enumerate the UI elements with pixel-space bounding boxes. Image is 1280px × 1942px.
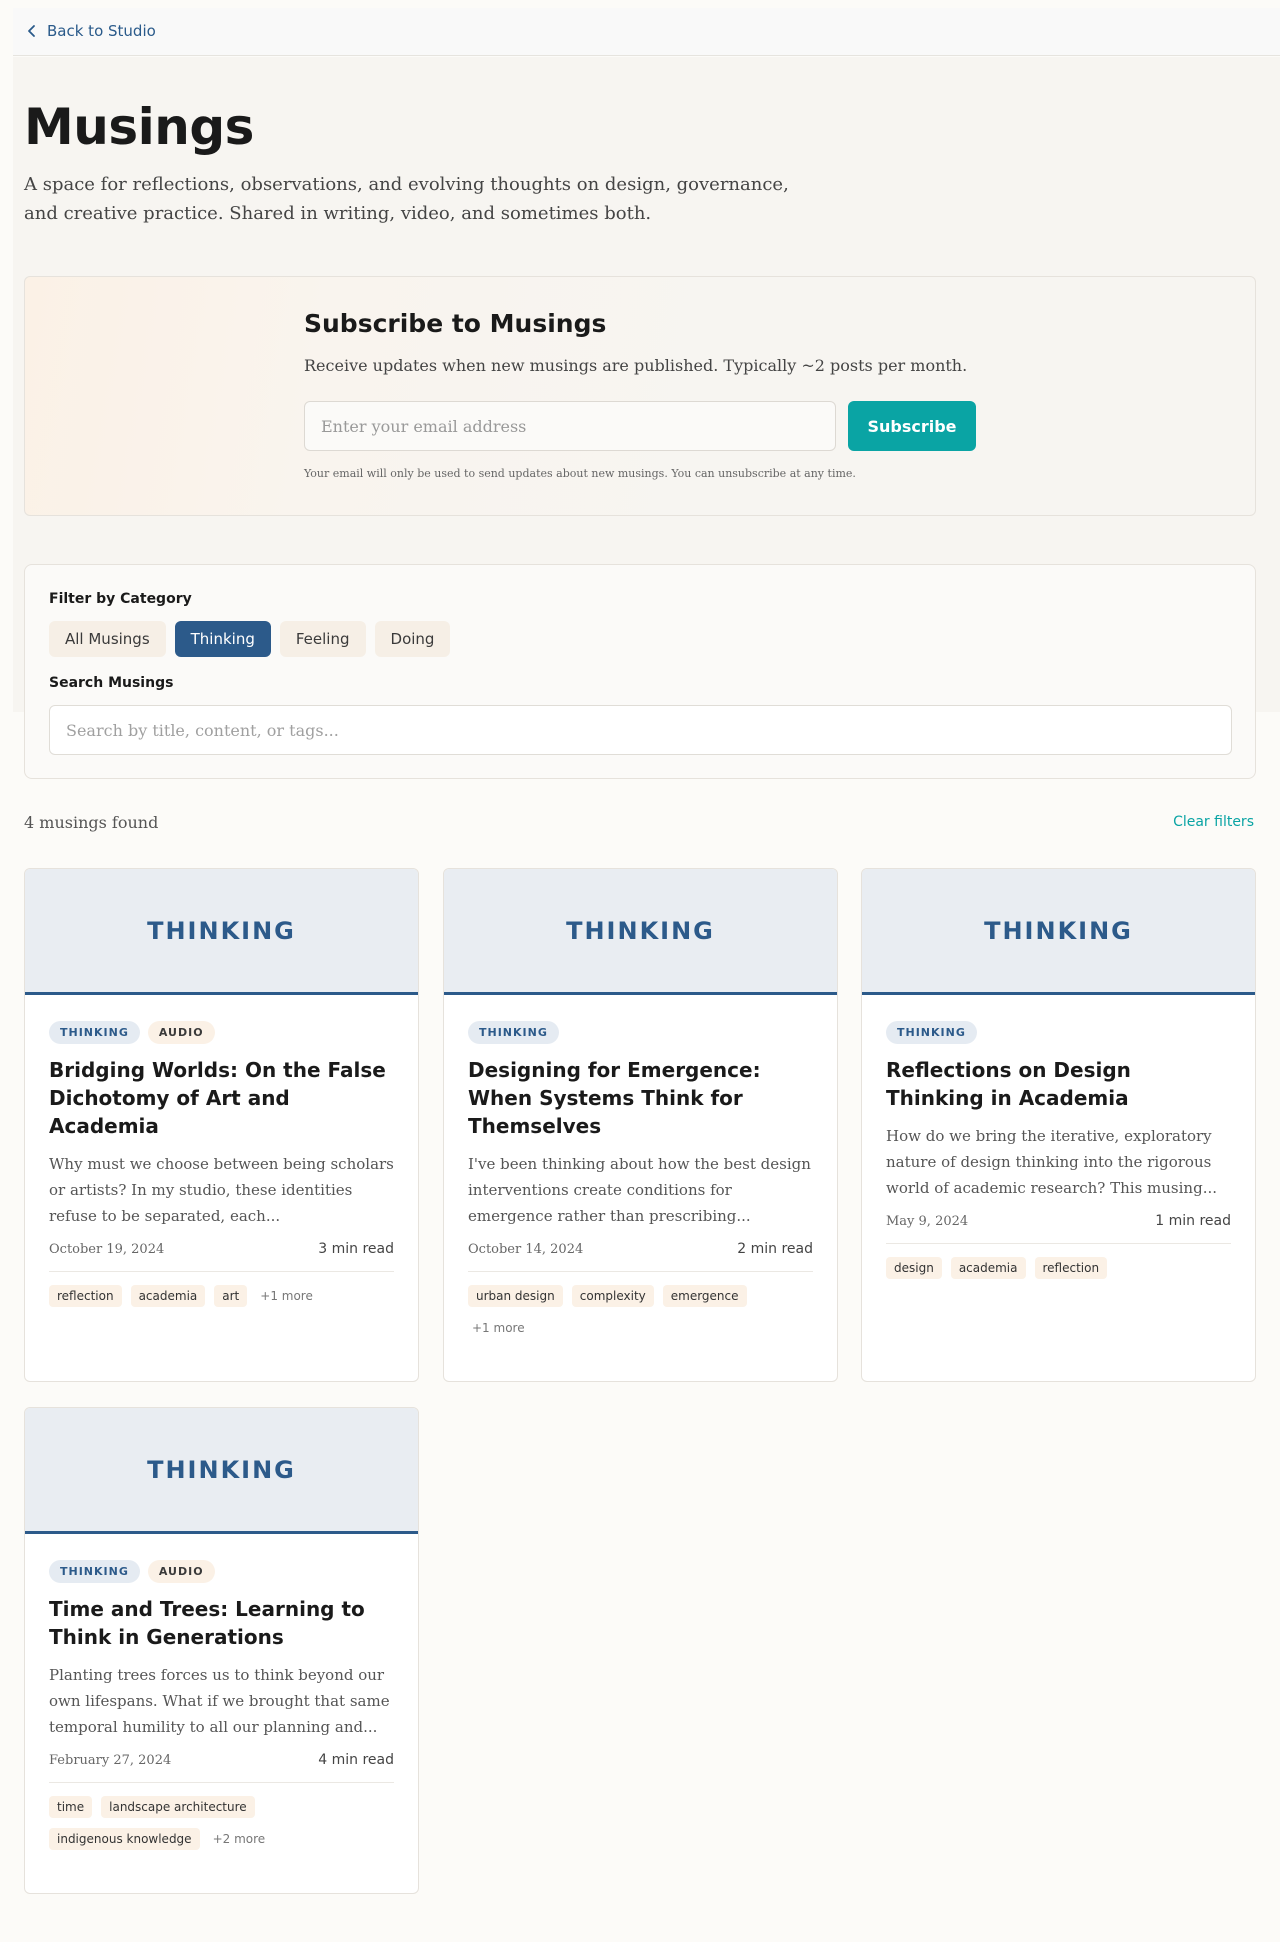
- category-feeling-button[interactable]: Feeling: [279, 621, 366, 657]
- musing-card[interactable]: THINKING THINKING AUDIO Time and Trees: …: [24, 1407, 419, 1894]
- category-doing-button[interactable]: Doing: [374, 621, 451, 657]
- category-thinking-button[interactable]: Thinking: [174, 621, 271, 657]
- musing-card[interactable]: THINKING THINKING AUDIO Bridging Worlds:…: [24, 868, 419, 1382]
- category-filter-label: Filter by Category: [49, 591, 192, 607]
- tag[interactable]: reflection: [49, 1285, 122, 1307]
- card-title[interactable]: Designing for Emergence: When Systems Th…: [468, 1056, 813, 1140]
- card-excerpt: I've been thinking about how the best de…: [468, 1155, 811, 1225]
- tag[interactable]: emergence: [662, 1285, 747, 1307]
- tag[interactable]: design: [886, 1257, 942, 1279]
- tag[interactable]: art: [214, 1285, 248, 1307]
- card-date: May 9, 2024: [886, 1213, 969, 1229]
- more-tags: +2 more: [212, 1832, 266, 1846]
- musing-card[interactable]: THINKING THINKING Reflections on Design …: [861, 868, 1256, 1382]
- tag[interactable]: urban design: [468, 1285, 563, 1307]
- subscribe-title: Subscribe to Musings: [304, 309, 607, 338]
- card-excerpt: Why must we choose between being scholar…: [49, 1155, 394, 1225]
- card-title[interactable]: Bridging Worlds: On the False Dichotomy …: [49, 1056, 394, 1140]
- card-read-time: 4 min read: [318, 1752, 394, 1768]
- type-badge: AUDIO: [147, 1560, 215, 1583]
- card-banner: THINKING: [444, 869, 837, 995]
- tag-list: reflection academia art +1 more: [49, 1285, 394, 1327]
- page-description: A space for reflections, observations, a…: [24, 174, 789, 224]
- card-banner: THINKING: [25, 1408, 418, 1534]
- card-banner-label: THINKING: [984, 916, 1133, 945]
- card-title[interactable]: Time and Trees: Learning to Think in Gen…: [49, 1595, 394, 1651]
- card-banner-label: THINKING: [566, 916, 715, 945]
- tag[interactable]: complexity: [571, 1285, 654, 1307]
- subscribe-card: Subscribe to Musings Receive updates whe…: [24, 276, 1256, 516]
- search-label: Search Musings: [49, 675, 174, 691]
- results-count: 4 musings found: [24, 813, 159, 832]
- subscribe-note: Your email will only be used to send upd…: [304, 467, 856, 480]
- more-tags: +1 more: [472, 1321, 525, 1335]
- card-excerpt: How do we bring the iterative, explorato…: [886, 1127, 1217, 1197]
- card-title[interactable]: Reflections on Design Thinking in Academ…: [886, 1056, 1231, 1112]
- more-tags: +1 more: [260, 1289, 313, 1303]
- tag[interactable]: reflection: [1034, 1257, 1108, 1279]
- category-badge: THINKING: [468, 1021, 559, 1044]
- card-read-time: 2 min read: [737, 1241, 813, 1257]
- category-filter-group: All Musings Thinking Feeling Doing: [49, 621, 451, 657]
- card-excerpt: Planting trees forces us to think beyond…: [49, 1666, 390, 1736]
- tag[interactable]: academia: [950, 1257, 1026, 1279]
- card-banner: THINKING: [25, 869, 418, 995]
- card-banner: THINKING: [862, 869, 1255, 995]
- card-banner-label: THINKING: [147, 1455, 296, 1484]
- card-date: February 27, 2024: [49, 1752, 172, 1768]
- tag[interactable]: academia: [130, 1285, 206, 1307]
- subscribe-description: Receive updates when new musings are pub…: [304, 356, 968, 375]
- card-read-time: 1 min read: [1155, 1213, 1231, 1229]
- tag-list: urban design complexity emergence +1 mor…: [468, 1285, 813, 1359]
- subscribe-button[interactable]: Subscribe: [848, 401, 976, 451]
- filter-panel: Filter by Category All Musings Thinking …: [24, 564, 1256, 779]
- musing-card[interactable]: THINKING THINKING Designing for Emergenc…: [443, 868, 838, 1382]
- category-badge: THINKING: [49, 1021, 140, 1044]
- category-badge: THINKING: [49, 1560, 140, 1583]
- page-title: Musings: [24, 98, 254, 156]
- card-date: October 14, 2024: [468, 1241, 584, 1257]
- search-input[interactable]: [49, 705, 1232, 755]
- tag-list: time landscape architecture indigenous k…: [49, 1796, 394, 1870]
- top-bar: Back to Studio: [13, 8, 1280, 56]
- card-read-time: 3 min read: [318, 1241, 394, 1257]
- clear-filters-link[interactable]: Clear filters: [1173, 814, 1254, 830]
- tag[interactable]: time: [49, 1796, 93, 1818]
- tag[interactable]: landscape architecture: [101, 1796, 255, 1818]
- category-all-button[interactable]: All Musings: [49, 621, 166, 657]
- email-field[interactable]: [304, 401, 836, 451]
- card-date: October 19, 2024: [49, 1241, 165, 1257]
- chevron-left-icon: [28, 25, 35, 37]
- tag[interactable]: indigenous knowledge: [49, 1828, 200, 1850]
- card-banner-label: THINKING: [147, 916, 296, 945]
- category-badge: THINKING: [886, 1021, 977, 1044]
- type-badge: AUDIO: [147, 1021, 215, 1044]
- back-link-label: Back to Studio: [47, 22, 156, 40]
- tag-list: design academia reflection: [886, 1257, 1231, 1299]
- back-to-studio-link[interactable]: Back to Studio: [27, 22, 156, 40]
